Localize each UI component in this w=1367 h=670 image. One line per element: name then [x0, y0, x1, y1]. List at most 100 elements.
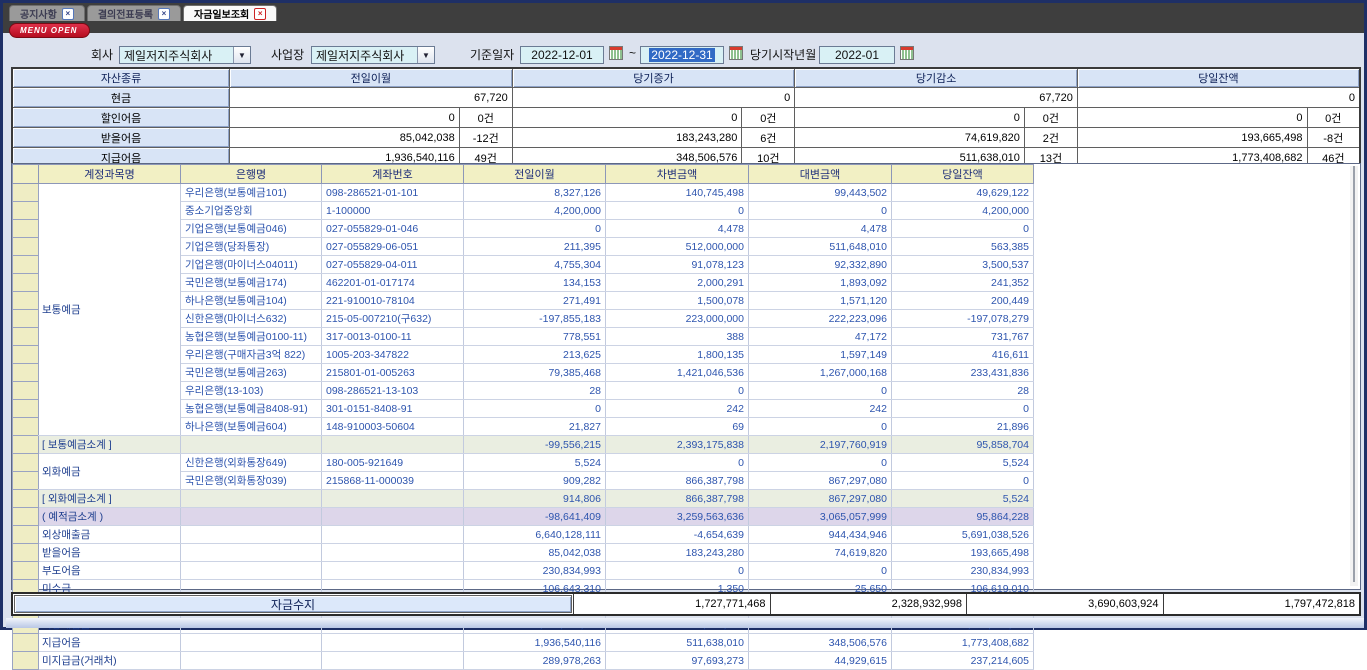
amount-cell[interactable]: 2,393,175,838 [606, 436, 749, 454]
amount-cell[interactable]: 241,352 [892, 274, 1034, 292]
bank-name-cell[interactable]: 기업은행(마이너스04011) [181, 256, 322, 274]
amount-cell[interactable]: 21,827 [464, 418, 606, 436]
amount-cell[interactable]: 1,936,540,116 [464, 634, 606, 652]
account-no-cell[interactable] [322, 526, 464, 544]
amount-cell[interactable]: 211,395 [464, 238, 606, 256]
row-indicator-cell[interactable] [13, 418, 39, 436]
row-indicator-cell[interactable] [13, 472, 39, 490]
calendar-icon[interactable] [900, 46, 914, 60]
amount-cell[interactable]: 0 [749, 454, 892, 472]
amount-cell[interactable]: 866,387,798 [606, 490, 749, 508]
amount-cell[interactable]: 5,524 [464, 454, 606, 472]
amount-cell[interactable]: 1,571,120 [749, 292, 892, 310]
amount-cell[interactable]: 4,200,000 [464, 202, 606, 220]
date-from-input[interactable]: 2022-12-01 [520, 46, 604, 64]
amount-cell[interactable]: -197,855,183 [464, 310, 606, 328]
account-no-cell[interactable] [322, 544, 464, 562]
bank-name-cell[interactable] [181, 544, 322, 562]
bank-name-cell[interactable]: 신한은행(마이너스632) [181, 310, 322, 328]
amount-cell[interactable]: 233,431,836 [892, 364, 1034, 382]
amount-cell[interactable]: 0 [749, 562, 892, 580]
amount-cell[interactable]: -98,641,409 [464, 508, 606, 526]
account-group-cell[interactable]: 보통예금 [39, 184, 181, 436]
account-no-cell[interactable]: 462201-01-017174 [322, 274, 464, 292]
amount-cell[interactable]: 79,385,468 [464, 364, 606, 382]
amount-cell[interactable]: 866,387,798 [606, 472, 749, 490]
amount-cell[interactable]: 28 [464, 382, 606, 400]
menu-open-button[interactable]: MENU OPEN [9, 23, 90, 38]
amount-cell[interactable]: 778,551 [464, 328, 606, 346]
amount-cell[interactable]: 867,297,080 [749, 490, 892, 508]
amount-cell[interactable]: 0 [892, 472, 1034, 490]
amount-cell[interactable]: 242 [749, 400, 892, 418]
row-indicator-cell[interactable] [13, 400, 39, 418]
account-no-cell[interactable]: 301-0151-8408-91 [322, 400, 464, 418]
tab-close-icon[interactable]: × [254, 8, 266, 20]
account-no-cell[interactable] [322, 562, 464, 580]
row-indicator-cell[interactable] [13, 274, 39, 292]
account-no-cell[interactable]: 1005-203-347822 [322, 346, 464, 364]
amount-cell[interactable]: 222,223,096 [749, 310, 892, 328]
bank-name-cell[interactable]: 기업은행(보통예금046) [181, 220, 322, 238]
amount-cell[interactable]: 223,000,000 [606, 310, 749, 328]
amount-cell[interactable]: 237,214,605 [892, 652, 1034, 670]
amount-cell[interactable]: 1,421,046,536 [606, 364, 749, 382]
amount-cell[interactable]: 3,259,563,636 [606, 508, 749, 526]
bank-name-cell[interactable] [181, 436, 322, 454]
row-indicator-cell[interactable] [13, 382, 39, 400]
amount-cell[interactable]: 4,755,304 [464, 256, 606, 274]
account-no-cell[interactable] [322, 508, 464, 526]
row-indicator-cell[interactable] [13, 436, 39, 454]
bank-name-cell[interactable] [181, 508, 322, 526]
bank-name-cell[interactable] [181, 562, 322, 580]
amount-cell[interactable]: 4,478 [749, 220, 892, 238]
site-select[interactable]: 제일저지주식회사 ▼ [311, 46, 435, 64]
account-label-cell[interactable]: 외상매출금 [39, 526, 181, 544]
row-indicator-cell[interactable] [13, 454, 39, 472]
amount-cell[interactable]: 0 [464, 400, 606, 418]
row-indicator-cell[interactable] [13, 328, 39, 346]
account-no-cell[interactable] [322, 652, 464, 670]
account-no-cell[interactable]: 180-005-921649 [322, 454, 464, 472]
row-indicator-cell[interactable] [13, 364, 39, 382]
amount-cell[interactable]: -197,078,279 [892, 310, 1034, 328]
amount-cell[interactable]: 731,767 [892, 328, 1034, 346]
calendar-icon[interactable] [729, 46, 743, 60]
account-no-cell[interactable]: 098-286521-13-103 [322, 382, 464, 400]
amount-cell[interactable]: 512,000,000 [606, 238, 749, 256]
amount-cell[interactable]: 21,896 [892, 418, 1034, 436]
tab-close-icon[interactable]: × [158, 8, 170, 20]
amount-cell[interactable]: 5,524 [892, 490, 1034, 508]
amount-cell[interactable]: 69 [606, 418, 749, 436]
account-no-cell[interactable]: 027-055829-01-046 [322, 220, 464, 238]
bank-name-cell[interactable]: 하나은행(보통예금604) [181, 418, 322, 436]
scrollbar-thumb[interactable] [1353, 166, 1355, 582]
company-select[interactable]: 제일저지주식회사 ▼ [119, 46, 251, 64]
amount-cell[interactable]: 134,153 [464, 274, 606, 292]
amount-cell[interactable]: 49,629,122 [892, 184, 1034, 202]
bank-name-cell[interactable] [181, 652, 322, 670]
vertical-scrollbar[interactable] [1350, 166, 1358, 586]
bank-name-cell[interactable]: 하나은행(보통예금104) [181, 292, 322, 310]
row-indicator-cell[interactable] [13, 652, 39, 670]
amount-cell[interactable]: 95,858,704 [892, 436, 1034, 454]
account-no-cell[interactable]: 215868-11-000039 [322, 472, 464, 490]
amount-cell[interactable]: 91,078,123 [606, 256, 749, 274]
amount-cell[interactable]: 5,691,038,526 [892, 526, 1034, 544]
bank-name-cell[interactable]: 우리은행(13-103) [181, 382, 322, 400]
account-no-cell[interactable]: 317-0013-0100-11 [322, 328, 464, 346]
amount-cell[interactable]: 2,000,291 [606, 274, 749, 292]
amount-cell[interactable]: 1,597,149 [749, 346, 892, 364]
amount-cell[interactable]: 0 [749, 202, 892, 220]
tab-active[interactable]: 자금일보조회× [183, 5, 277, 21]
row-indicator-cell[interactable] [13, 184, 39, 202]
row-indicator-cell[interactable] [13, 562, 39, 580]
amount-cell[interactable]: 1,800,135 [606, 346, 749, 364]
amount-cell[interactable]: 563,385 [892, 238, 1034, 256]
amount-cell[interactable]: -99,556,215 [464, 436, 606, 454]
amount-cell[interactable]: 47,172 [749, 328, 892, 346]
amount-cell[interactable]: 85,042,038 [464, 544, 606, 562]
amount-cell[interactable]: 2,197,760,919 [749, 436, 892, 454]
bank-name-cell[interactable]: 우리은행(보통예금101) [181, 184, 322, 202]
amount-cell[interactable]: 0 [892, 400, 1034, 418]
